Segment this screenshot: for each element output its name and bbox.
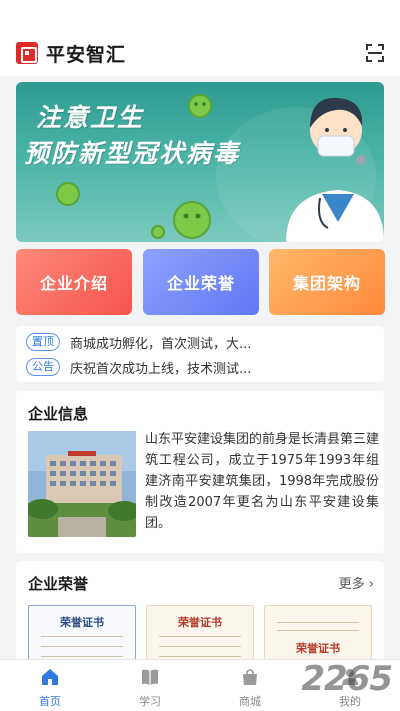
banner-headline-2: 预防新型冠状病毒: [24, 139, 241, 168]
company-info-text: 山东平安建设集团的前身是长清县第三建筑工程公司，成立于1975年1993年组建济…: [145, 432, 380, 531]
company-intro-button[interactable]: 企业介绍: [16, 249, 132, 315]
certificate-line: [159, 656, 241, 657]
shop-icon: [243, 669, 257, 685]
notice-item[interactable]: 公告 庆祝首次成功上线，技术测试...: [26, 357, 251, 377]
certificate-title: 荣誉证书: [296, 642, 340, 655]
certificate-line: [159, 646, 241, 647]
certificate-line: [41, 636, 123, 637]
book-icon: [142, 669, 158, 685]
certificate-title: 荣誉证书: [178, 616, 222, 629]
honors-title: 企业荣誉: [28, 575, 89, 593]
site-watermark: 2265: [301, 659, 393, 699]
tab-study[interactable]: 学习: [100, 660, 200, 711]
banner-carousel[interactable]: 注意卫生 预防新型冠状病毒: [16, 82, 384, 242]
certificate-line: [159, 636, 241, 637]
certificate-line: [41, 646, 123, 647]
tab-label: 学习: [139, 695, 161, 708]
company-info-title: 企业信息: [28, 405, 89, 423]
home-icon: [42, 669, 58, 685]
notice-text: 庆祝首次成功上线，技术测试...: [70, 361, 252, 377]
app-logo: [16, 42, 38, 64]
tab-label: 商城: [239, 695, 261, 708]
chevron-right-icon: ›: [364, 577, 374, 592]
more-label: 更多: [338, 577, 365, 592]
scan-icon[interactable]: [366, 44, 384, 62]
app-header: 平安智汇: [0, 0, 400, 76]
certificate-line: [277, 630, 359, 631]
certificate-title: 荣誉证书: [60, 616, 104, 629]
company-honors-button[interactable]: 企业荣誉: [143, 249, 259, 315]
tab-shop[interactable]: 商城: [200, 660, 300, 711]
notice-text: 商城成功孵化，首次测试，大...: [70, 336, 252, 352]
group-structure-button[interactable]: 集团架构: [269, 249, 385, 315]
tab-home[interactable]: 首页: [0, 660, 100, 711]
notice-board: 置顶 商城成功孵化，首次测试，大... 公告 庆祝首次成功上线，技术测试...: [16, 326, 384, 382]
app-title: 平安智汇: [46, 44, 127, 66]
company-info-card[interactable]: 企业信息 山东平安建设集团的前身是长清县第三建筑工程公司，成立于1975年199…: [16, 391, 384, 553]
pinned-badge: 置顶: [26, 333, 60, 351]
certificate-line: [41, 656, 123, 657]
company-building-photo: [28, 431, 136, 537]
certificate-line: [277, 622, 359, 623]
tab-label: 首页: [39, 695, 61, 708]
banner-headline-1: 注意卫生: [36, 103, 145, 132]
notice-item[interactable]: 置顶 商城成功孵化，首次测试，大...: [26, 332, 251, 352]
announcement-badge: 公告: [26, 358, 60, 376]
honors-more-link[interactable]: 更多 ›: [339, 573, 374, 592]
